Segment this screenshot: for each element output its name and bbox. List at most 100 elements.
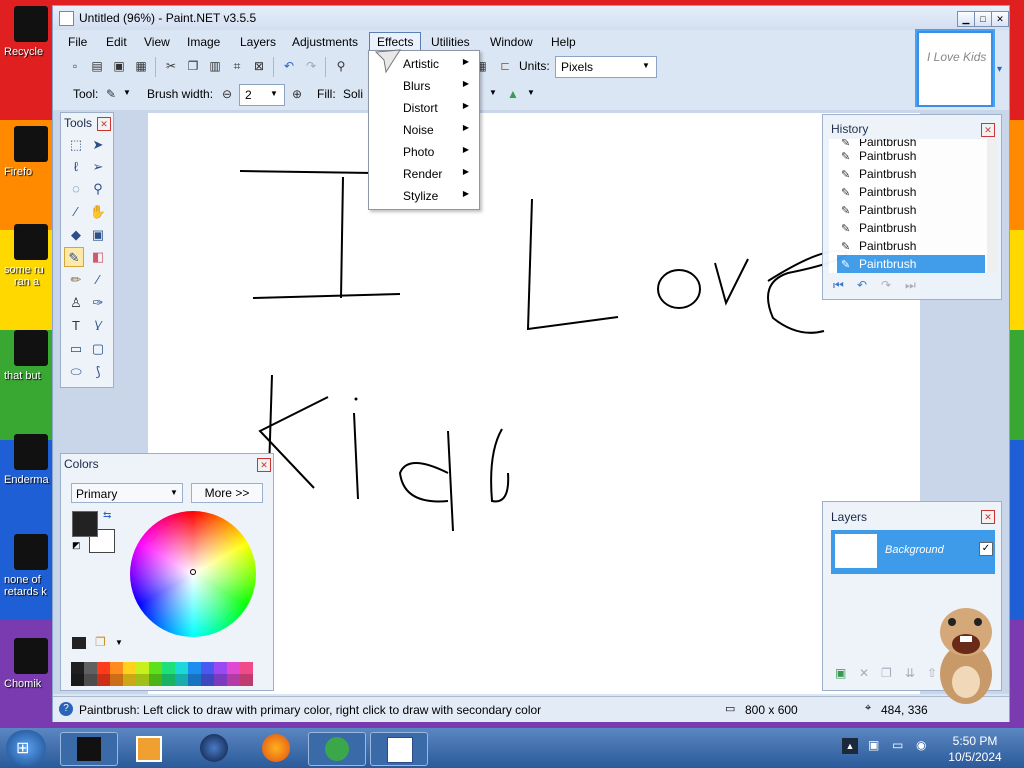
menu-view[interactable]: View bbox=[137, 33, 177, 51]
swap-colors-icon[interactable]: ⇆ bbox=[103, 510, 111, 521]
recolor-icon[interactable]: ✑ bbox=[88, 293, 108, 313]
taskbar-item-globe[interactable] bbox=[186, 732, 242, 764]
desktop-icon-none-of[interactable]: none of retards k bbox=[0, 534, 56, 598]
undo-icon[interactable]: ↶ bbox=[857, 278, 867, 292]
menu-item-stylize[interactable]: Stylize ▶ bbox=[369, 185, 479, 207]
taskbar-item-firefox[interactable] bbox=[248, 732, 304, 764]
minimize-button[interactable]: ▁ bbox=[957, 11, 975, 27]
open-folder-icon[interactable]: ▤ bbox=[89, 58, 105, 74]
lasso-select-icon[interactable]: ℓ bbox=[66, 157, 86, 177]
close-button[interactable]: ✕ bbox=[991, 11, 1009, 27]
history-item[interactable]: ✎ Paintbrush bbox=[837, 219, 985, 237]
reset-colors-icon[interactable]: ◩ bbox=[72, 540, 81, 551]
history-item[interactable]: ✎ Paintbrush bbox=[837, 147, 985, 165]
clock[interactable]: 5:50 PM 10/5/2024 bbox=[940, 733, 1010, 765]
move-selection-icon[interactable]: ➤ bbox=[88, 135, 108, 155]
palette-swatch[interactable] bbox=[123, 674, 136, 686]
merge-layer-icon[interactable]: ⇊ bbox=[905, 666, 915, 680]
menu-layers[interactable]: Layers bbox=[233, 33, 283, 51]
volume-icon[interactable]: ◉ bbox=[916, 738, 926, 752]
paint-bucket-icon[interactable]: ◆ bbox=[66, 225, 86, 245]
rewind-icon[interactable]: ⏮ bbox=[833, 278, 844, 293]
history-item-selected[interactable]: ✎ Paintbrush bbox=[837, 255, 985, 273]
desktop-icon-chomik[interactable]: Chomik bbox=[0, 638, 56, 690]
palette-swatch[interactable] bbox=[214, 662, 227, 674]
color-palette[interactable] bbox=[71, 662, 265, 686]
primary-color-swatch[interactable] bbox=[72, 511, 98, 537]
antialiasing-icon[interactable]: ▲ bbox=[505, 86, 521, 102]
image-thumbnail[interactable]: I Love Kids bbox=[917, 31, 993, 107]
redo-icon[interactable]: ↷ bbox=[303, 58, 319, 74]
desktop-icon-that-but[interactable]: that but bbox=[0, 330, 56, 382]
text-tool-icon[interactable]: T bbox=[66, 316, 86, 336]
taskbar-item-1[interactable] bbox=[60, 732, 118, 766]
monitor-icon[interactable]: ▭ bbox=[892, 738, 903, 752]
pan-hand-icon[interactable]: ✋ bbox=[88, 202, 108, 222]
paintbrush-icon[interactable]: ✎ bbox=[103, 86, 119, 102]
taskbar-item-messenger[interactable] bbox=[308, 732, 366, 766]
move-selected-icon[interactable]: ➢ bbox=[88, 157, 108, 177]
palette-swatch[interactable] bbox=[149, 674, 162, 686]
palette-swatch[interactable] bbox=[214, 674, 227, 686]
taskbar-item-paintnet[interactable] bbox=[370, 732, 428, 766]
palette-swatch[interactable] bbox=[123, 662, 136, 674]
cut-icon[interactable]: ✂ bbox=[163, 58, 179, 74]
palette-swatch[interactable] bbox=[84, 674, 97, 686]
color-picker-icon[interactable]: ⁄ bbox=[88, 270, 108, 290]
add-to-palette-icon[interactable] bbox=[72, 637, 86, 649]
layer-row-background[interactable]: Background ✓ bbox=[831, 530, 995, 574]
delete-layer-icon[interactable]: ✕ bbox=[859, 666, 869, 680]
menu-edit[interactable]: Edit bbox=[99, 33, 134, 51]
add-layer-icon[interactable]: ▣ bbox=[835, 666, 846, 680]
decrease-width-icon[interactable]: ⊖ bbox=[219, 86, 235, 102]
copy-icon[interactable]: ❐ bbox=[185, 58, 201, 74]
start-button[interactable]: ⊞ bbox=[6, 730, 46, 766]
gradient-icon[interactable]: ▣ bbox=[88, 225, 108, 245]
increase-width-icon[interactable]: ⊕ bbox=[289, 86, 305, 102]
paintbrush-tool-icon[interactable]: ✎ bbox=[64, 247, 84, 267]
palette-swatch[interactable] bbox=[136, 674, 149, 686]
paste-icon[interactable]: ▥ bbox=[207, 58, 223, 74]
freeform-shape-icon[interactable]: ⟆ bbox=[88, 362, 108, 382]
redo-icon[interactable]: ↷ bbox=[881, 278, 891, 292]
palette-swatch[interactable] bbox=[97, 662, 110, 674]
ellipse-shape-icon[interactable]: ⬭ bbox=[66, 362, 86, 382]
palette-swatch[interactable] bbox=[201, 674, 214, 686]
fill-value[interactable]: Soli bbox=[343, 87, 363, 101]
desktop-icon-recycle[interactable]: Recycle bbox=[0, 6, 56, 58]
menu-item-blurs[interactable]: Blurs ▶ bbox=[369, 75, 479, 97]
print-icon[interactable]: ▦ bbox=[133, 58, 149, 74]
chevron-down-icon[interactable]: ▼ bbox=[489, 88, 497, 97]
menu-help[interactable]: Help bbox=[544, 33, 583, 51]
brush-width-dropdown[interactable]: 2 ▼ bbox=[239, 84, 285, 106]
show-hidden-icons-icon[interactable]: ▲ bbox=[842, 738, 858, 754]
undo-icon[interactable]: ↶ bbox=[281, 58, 297, 74]
magic-wand-icon[interactable]: ⁄ bbox=[66, 202, 86, 222]
palette-swatch[interactable] bbox=[136, 662, 149, 674]
palette-swatch[interactable] bbox=[110, 662, 123, 674]
palette-swatch[interactable] bbox=[201, 662, 214, 674]
zoom-icon[interactable]: ⚲ bbox=[333, 58, 349, 74]
rectangle-shape-icon[interactable]: ▭ bbox=[66, 339, 86, 359]
close-icon[interactable]: ✕ bbox=[981, 510, 995, 524]
color-wheel[interactable] bbox=[130, 511, 256, 637]
palette-swatch[interactable] bbox=[97, 674, 110, 686]
rounded-rectangle-icon[interactable]: ▢ bbox=[88, 339, 108, 359]
color-wheel-marker[interactable] bbox=[190, 569, 196, 575]
pencil-icon[interactable]: ✏ bbox=[66, 270, 86, 290]
palette-swatch[interactable] bbox=[71, 662, 84, 674]
zoom-tool-icon[interactable]: ⚲ bbox=[88, 179, 108, 199]
history-item[interactable]: ✎ Paintbrush bbox=[837, 165, 985, 183]
palette-swatch[interactable] bbox=[149, 662, 162, 674]
maximize-button[interactable]: □ bbox=[974, 11, 992, 27]
palette-swatch[interactable] bbox=[175, 662, 188, 674]
menu-adjustments[interactable]: Adjustments bbox=[285, 33, 365, 51]
line-curve-icon[interactable]: \⁄ bbox=[88, 316, 108, 336]
menu-image[interactable]: Image bbox=[180, 33, 227, 51]
close-icon[interactable]: ✕ bbox=[257, 458, 271, 472]
taskbar-item-media[interactable] bbox=[120, 732, 176, 764]
deselect-icon[interactable]: ⊠ bbox=[251, 58, 267, 74]
save-icon[interactable]: ▣ bbox=[111, 58, 127, 74]
menu-item-render[interactable]: Render ▶ bbox=[369, 163, 479, 185]
title-bar[interactable]: Untitled (96%) - Paint.NET v3.5.5 ▁ □ ✕ bbox=[53, 6, 1009, 30]
